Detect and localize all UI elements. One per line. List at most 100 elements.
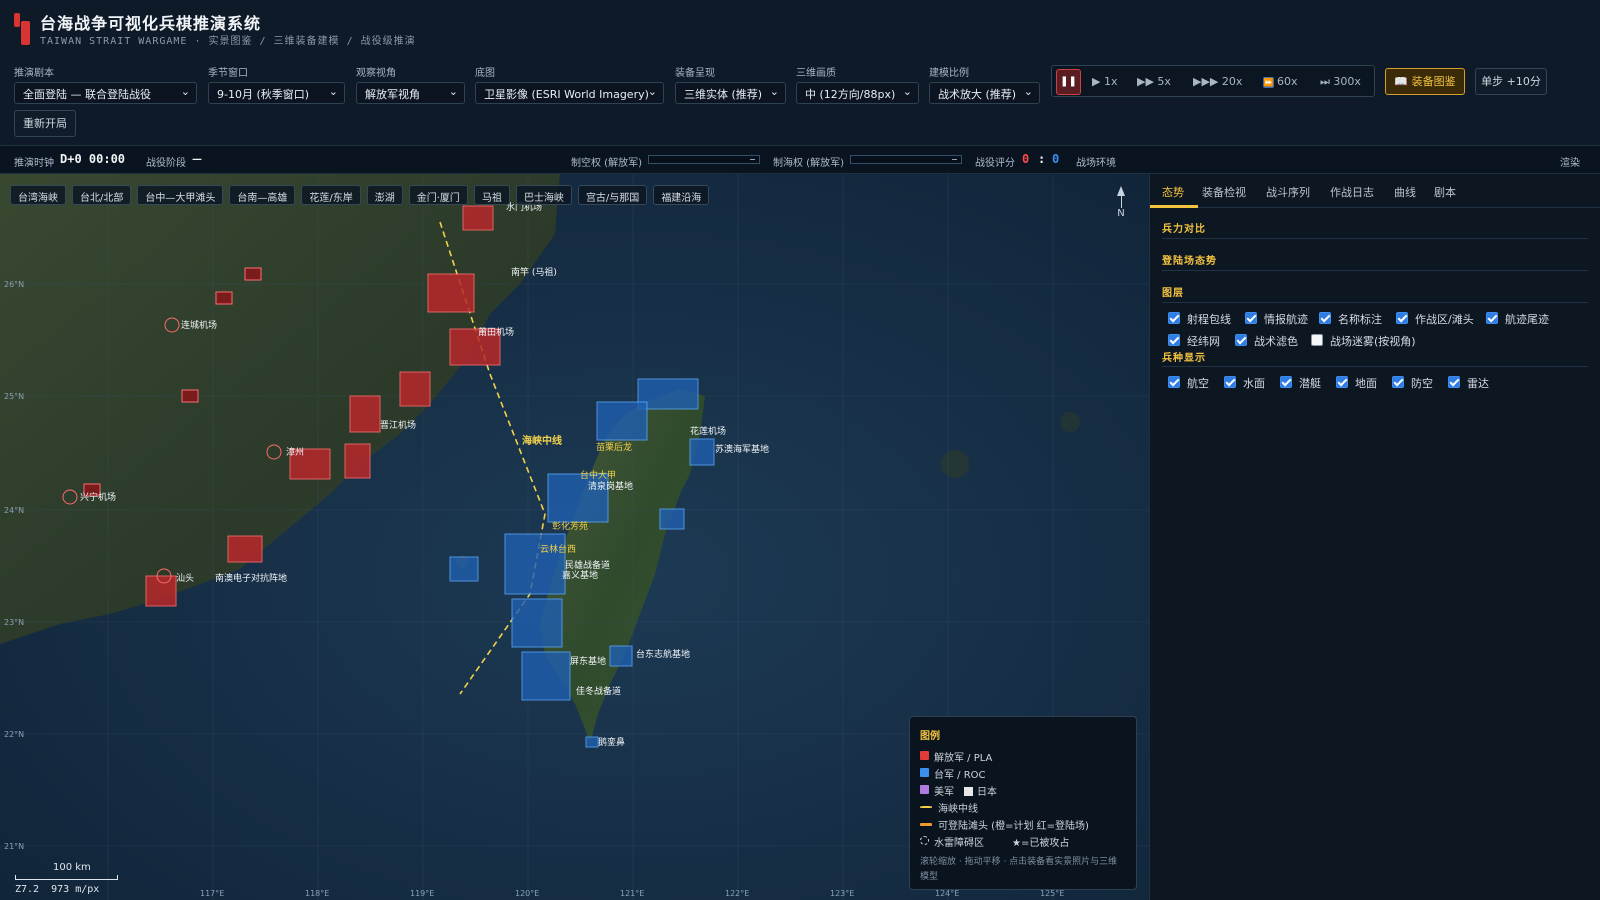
region-chip[interactable]: 巴士海峡	[515, 185, 572, 205]
layer-toggle[interactable]: 名称标注	[1319, 311, 1382, 327]
basemap-select-group: 底图 卫星影像 (ESRI World Imagery) ⌄	[475, 64, 664, 104]
svg-text:21°N: 21°N	[4, 842, 24, 851]
environment-button[interactable]: 战场环境	[1076, 154, 1116, 169]
roc-unit-cluster	[449, 556, 479, 582]
region-chip[interactable]: 宫古/与那国	[577, 185, 648, 205]
region-chip[interactable]: 台中—大甲滩头	[137, 185, 224, 205]
speed-60x-button[interactable]: ⏩ 60x	[1263, 75, 1298, 88]
season-select[interactable]: 9-10月 (秋季窗口) ⌄	[208, 82, 345, 104]
basemap-select[interactable]: 卫星影像 (ESRI World Imagery) ⌄	[475, 82, 664, 104]
svg-text:台东志航基地: 台东志航基地	[636, 648, 690, 660]
layer-toggle[interactable]: 作战区/滩头	[1396, 311, 1474, 327]
divider	[1162, 270, 1588, 271]
svg-text:花莲机场: 花莲机场	[690, 425, 726, 437]
svg-text:南澳电子对抗阵地: 南澳电子对抗阵地	[215, 572, 287, 584]
sea-control-label: 制海权 (解放军)	[773, 158, 844, 169]
active-tab-indicator	[1150, 205, 1198, 208]
roc-unit-cluster	[521, 651, 571, 701]
render-button[interactable]: 渲染	[1560, 154, 1580, 169]
pla-unit-cluster	[344, 443, 371, 479]
pause-button[interactable]: ❚❚	[1056, 69, 1081, 95]
app-logo-icon	[14, 13, 32, 45]
viewpoint-select[interactable]: 解放军视角 ⌄	[356, 82, 465, 104]
region-chip[interactable]: 花莲/东岸	[301, 185, 361, 205]
layers-title: 图层	[1162, 288, 1184, 299]
quality-select[interactable]: 中 (12方向/88px) ⌄	[796, 82, 919, 104]
model-scale-select[interactable]: 战术放大 (推荐) ⌄	[929, 82, 1040, 104]
svg-text:民雄战备道: 民雄战备道	[565, 559, 610, 571]
quality-label: 三维画质	[796, 68, 836, 79]
render-mode-select[interactable]: 三维实体 (推荐) ⌄	[675, 82, 786, 104]
tab-curves[interactable]: 曲线	[1394, 184, 1416, 200]
branch-toggle[interactable]: 防空	[1392, 375, 1433, 391]
layer-toggle[interactable]: 战场迷雾(按视角)	[1311, 333, 1416, 349]
layer-toggle[interactable]: 战术滤色	[1235, 333, 1298, 349]
speed-300x-button[interactable]: ⏭ 300x	[1320, 75, 1361, 89]
scenario-select[interactable]: 全面登陆 — 联合登陆战役 ⌄	[14, 82, 197, 104]
svg-text:25°N: 25°N	[4, 392, 24, 401]
svg-text:22°N: 22°N	[4, 730, 24, 739]
playback-controls: ❚❚ ▶ 1x ▶▶ 5x ▶▶▶ 20x ⏩ 60x ⏭ 300x	[1051, 65, 1375, 97]
roc-unit-cluster	[609, 645, 633, 667]
region-chip[interactable]: 金门·厦门	[408, 185, 468, 205]
pla-unit-cluster	[399, 371, 431, 407]
pla-unit-cluster	[145, 575, 177, 607]
chevron-down-icon: ⌄	[902, 85, 912, 98]
side-panel: 态势 装备检视 战斗序列 作战日志 曲线 剧本 兵力对比 登陆场态势 图层 射程…	[1149, 174, 1600, 900]
branch-toggle[interactable]: 雷达	[1448, 375, 1489, 391]
tab-ops-log[interactable]: 作战日志	[1330, 184, 1374, 200]
tab-scenario[interactable]: 剧本	[1434, 184, 1456, 200]
svg-text:苏澳海军基地: 苏澳海军基地	[715, 443, 769, 455]
branches-title: 兵种显示	[1162, 353, 1206, 364]
region-chip[interactable]: 澎湖	[366, 185, 403, 205]
region-chip[interactable]: 马祖	[473, 185, 510, 205]
svg-text:26°N: 26°N	[4, 280, 24, 289]
scenario-label: 推演剧本	[14, 68, 54, 79]
step-button[interactable]: 单步 +10分	[1475, 68, 1547, 95]
score-blue: 0	[1052, 152, 1060, 166]
speed-1x-button[interactable]: ▶ 1x	[1092, 75, 1117, 88]
svg-text:连城机场: 连城机场	[181, 319, 217, 331]
top-header: 台海战争可视化兵棋推演系统 TAIWAN STRAIT WARGAME · 实景…	[0, 0, 1600, 146]
chevron-down-icon: ⌄	[1023, 85, 1033, 98]
branch-toggle[interactable]: 航空	[1168, 375, 1209, 391]
tab-order-of-battle[interactable]: 战斗序列	[1266, 184, 1310, 200]
svg-text:125°E: 125°E	[1040, 889, 1064, 898]
restart-button[interactable]: 重新开局	[14, 110, 76, 137]
region-chip[interactable]: 台湾海峡	[10, 185, 66, 205]
legend-item-pla: 解放军 / PLA	[920, 749, 1126, 766]
region-chip[interactable]: 台南—高雄	[229, 185, 296, 205]
layer-toggle[interactable]: 经纬网	[1168, 333, 1220, 349]
svg-text:南竿 (马祖): 南竿 (马祖)	[511, 266, 557, 278]
svg-text:彰化芳苑: 彰化芳苑	[552, 520, 588, 532]
map-legend: 图例 解放军 / PLA 台军 / ROC 美军 日本 海峡中线 可登陆滩头 (橙…	[909, 716, 1137, 890]
svg-text:汕头: 汕头	[176, 573, 194, 584]
branch-toggle[interactable]: 潜艇	[1280, 375, 1321, 391]
tab-situation[interactable]: 态势	[1162, 184, 1184, 200]
svg-text:云林台西: 云林台西	[540, 543, 576, 555]
divider	[1162, 302, 1588, 303]
layer-toggle[interactable]: 射程包线	[1168, 311, 1231, 327]
render-mode-label: 装备呈现	[675, 68, 715, 79]
chevron-down-icon: ⌄	[328, 85, 338, 98]
region-chip[interactable]: 福建沿海	[653, 185, 710, 205]
median-line-label: 海峡中线	[522, 434, 562, 447]
legend-item-median: 海峡中线	[920, 800, 1126, 817]
clock-value: D+0 00:00	[60, 152, 126, 166]
tab-equipment-inspect[interactable]: 装备检视	[1202, 184, 1246, 200]
speed-5x-button[interactable]: ▶▶ 5x	[1137, 75, 1171, 88]
svg-text:117°E: 117°E	[200, 889, 224, 898]
layer-toggle[interactable]: 航迹尾迹	[1486, 311, 1549, 327]
speed-20x-button[interactable]: ▶▶▶ 20x	[1193, 75, 1242, 88]
svg-text:123°E: 123°E	[830, 889, 854, 898]
equipment-catalog-button[interactable]: 📖 装备图鉴	[1385, 68, 1465, 95]
season-label: 季节窗口	[208, 68, 248, 79]
layer-toggle[interactable]: 情报航迹	[1245, 311, 1308, 327]
chevron-down-icon: ⌄	[448, 85, 458, 98]
season-select-group: 季节窗口 9-10月 (秋季窗口) ⌄	[208, 64, 345, 104]
branch-toggle[interactable]: 地面	[1336, 375, 1377, 391]
panel-tabs: 态势 装备检视 战斗序列 作战日志 曲线 剧本	[1150, 174, 1600, 208]
divider	[1162, 366, 1588, 367]
branch-toggle[interactable]: 水面	[1224, 375, 1265, 391]
region-chip[interactable]: 台北/北部	[72, 185, 132, 205]
